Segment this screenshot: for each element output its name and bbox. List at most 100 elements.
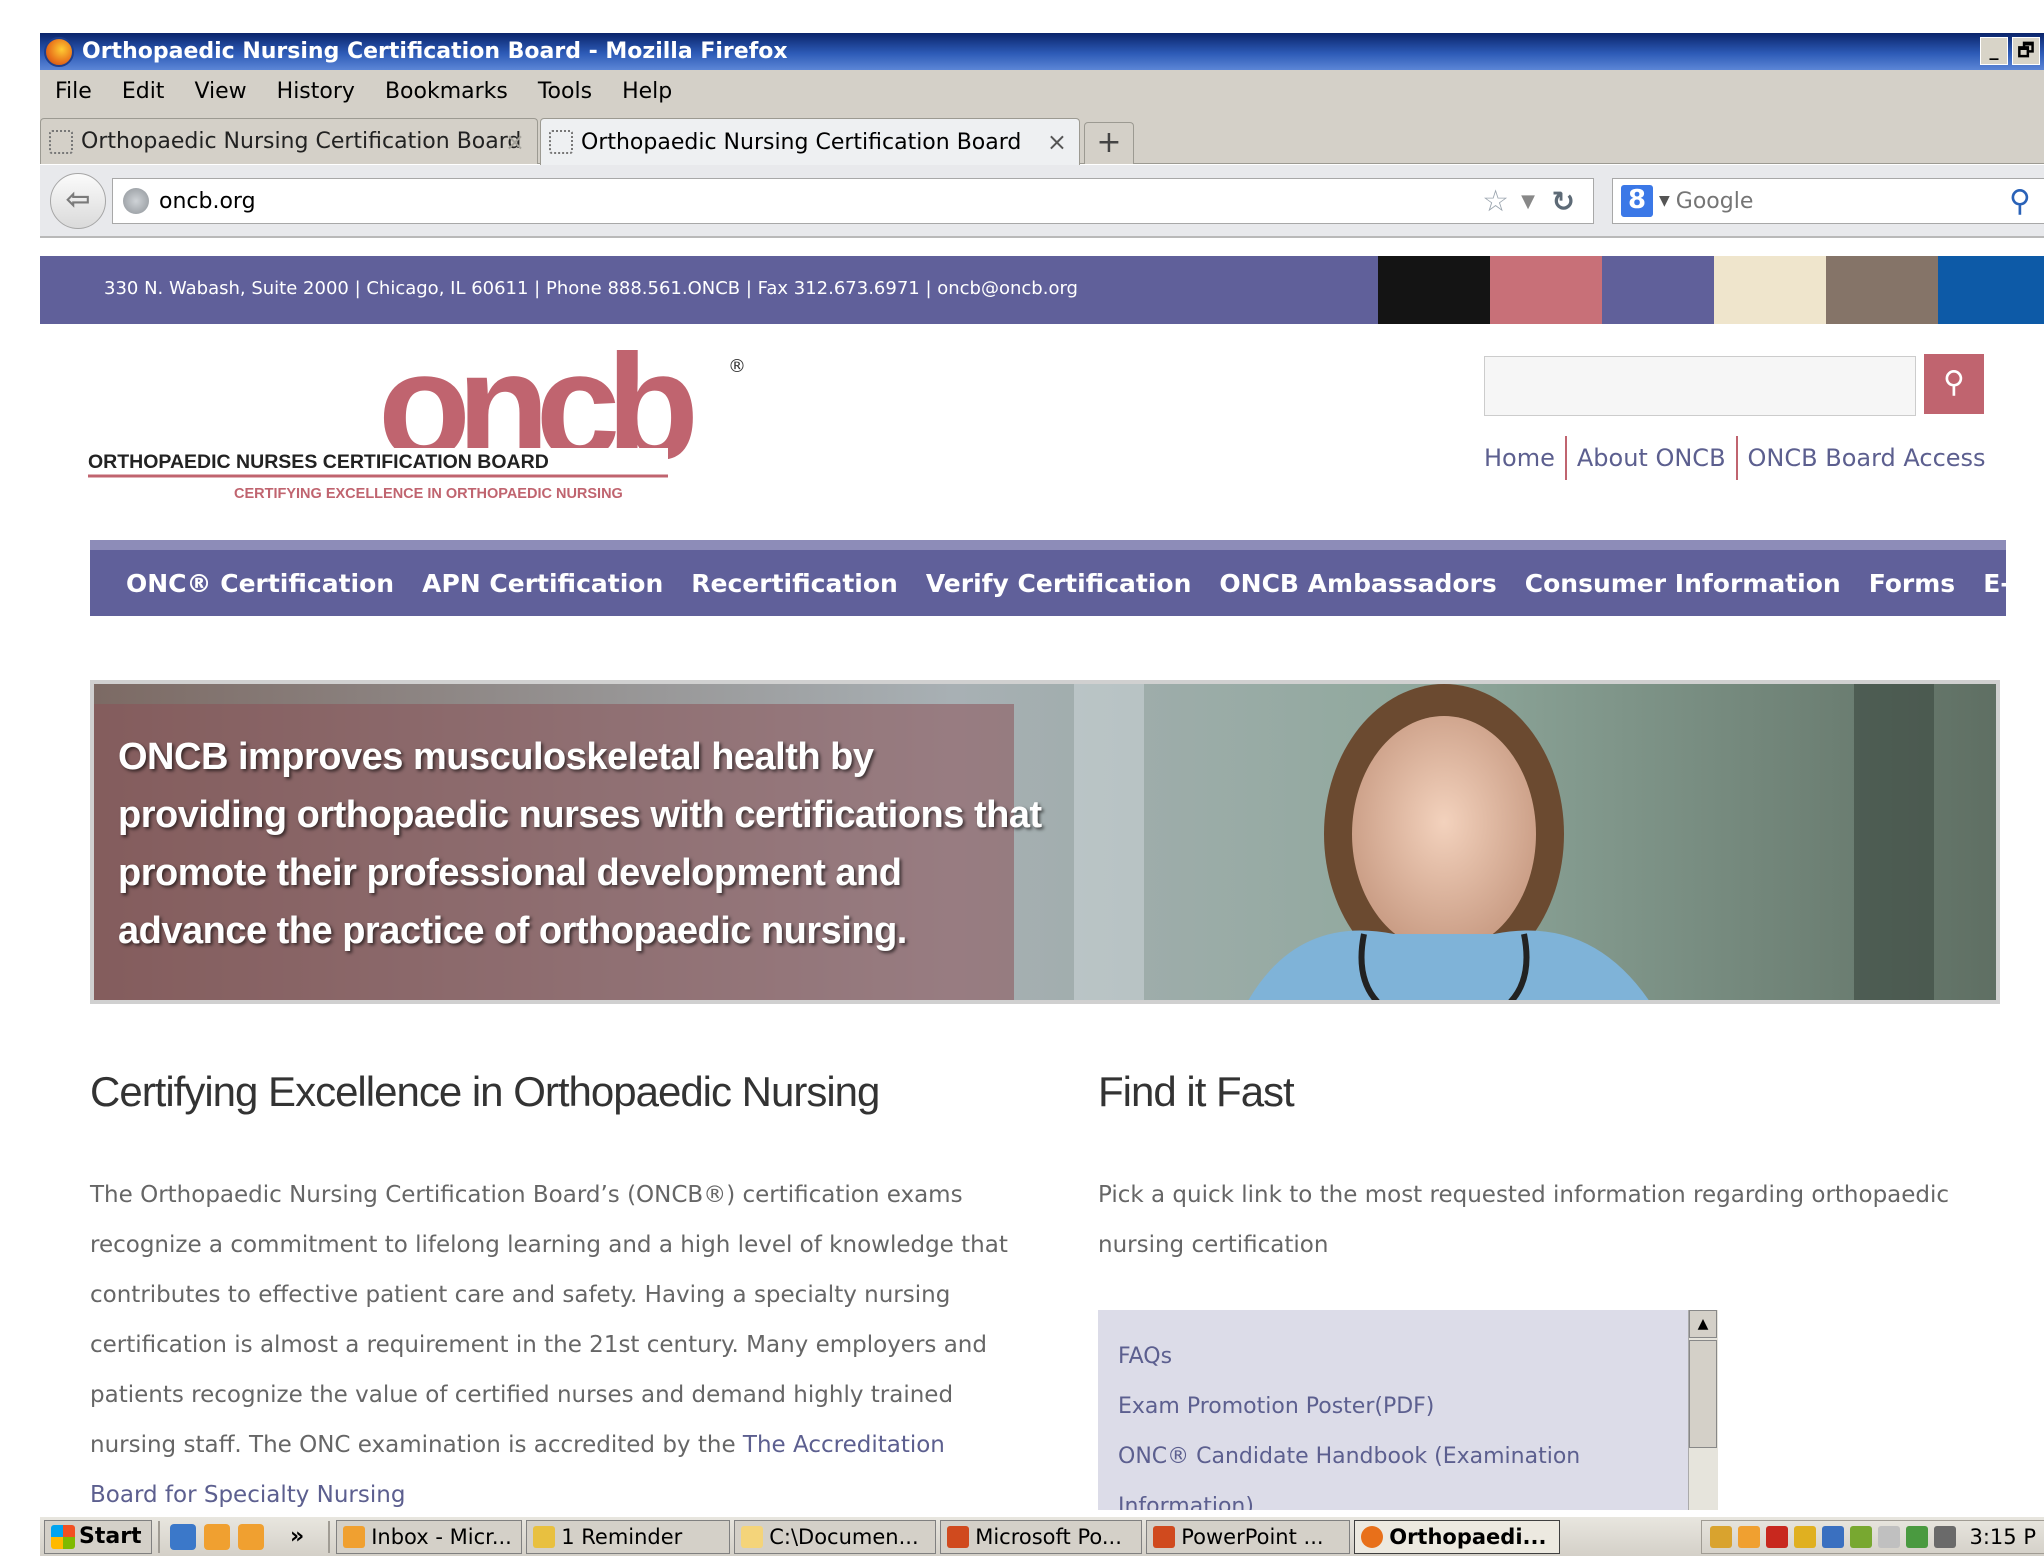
nav-e-store[interactable]: E-Store <box>1983 569 2044 598</box>
taskbar-powerpoint-2[interactable]: PowerPoint ... <box>1146 1519 1351 1554</box>
find-it-fast-intro: Pick a quick link to the most requested … <box>1098 1182 1950 1258</box>
tab-label: Orthopaedic Nursing Certification Board <box>581 129 1022 155</box>
find-it-fast-heading: Find it Fast <box>1098 1068 1295 1115</box>
network-icon[interactable] <box>1821 1526 1844 1548</box>
tab-1[interactable]: Orthopaedic Nursing Certification Board … <box>40 118 538 164</box>
taskbar-label: C:\Documen... <box>769 1524 919 1549</box>
outlook-tray-icon[interactable] <box>1737 1526 1760 1548</box>
navigation-toolbar: ⇦ ☆ ▼ ↻ 8 ▼ ⚲ <box>40 165 2044 238</box>
utility-links: Home About ONCB ONCB Board Access <box>1484 436 1986 480</box>
quick-links-scrollbar[interactable]: ▲ <box>1688 1310 1718 1510</box>
color-swatch <box>1938 256 2044 324</box>
registered-mark: ® <box>728 356 746 377</box>
restore-button[interactable]: 🗗 <box>2012 37 2040 65</box>
shield-icon[interactable] <box>1849 1526 1872 1548</box>
site-search-input[interactable] <box>1484 356 1916 416</box>
taskbar-powerpoint-1[interactable]: Microsoft Po... <box>940 1519 1143 1554</box>
nav-recertification[interactable]: Recertification <box>691 569 898 598</box>
menu-edit[interactable]: Edit <box>122 79 165 104</box>
main-navigation: ONC® Certification APN Certification Rec… <box>90 540 2044 616</box>
taskbar-inbox[interactable]: Inbox - Micr... <box>336 1519 523 1554</box>
outlook-icon[interactable] <box>204 1523 230 1550</box>
scroll-thumb[interactable] <box>1689 1340 1717 1448</box>
powerpoint-icon <box>947 1525 970 1548</box>
taskbar-firefox[interactable]: Orthopaedi... <box>1354 1519 1561 1554</box>
menu-help[interactable]: Help <box>622 79 672 104</box>
quick-link-faqs[interactable]: FAQs <box>1118 1344 1172 1369</box>
menu-file[interactable]: File <box>55 79 92 104</box>
menu-view[interactable]: View <box>194 79 246 104</box>
scroll-up-icon[interactable]: ▲ <box>1689 1310 1717 1338</box>
system-tray: 3:15 P <box>1700 1520 2044 1554</box>
taskbar-folder[interactable]: C:\Documen... <box>734 1519 937 1554</box>
site-search-icon[interactable]: ⚲ <box>1924 354 1984 414</box>
reload-icon[interactable]: ↻ <box>1552 185 1575 218</box>
about-oncb-link[interactable]: About ONCB <box>1577 444 1726 472</box>
security-icon[interactable] <box>1905 1526 1928 1548</box>
volume-icon[interactable] <box>1933 1526 1956 1548</box>
intro-paragraph: The Orthopaedic Nursing Certification Bo… <box>90 1170 1010 1520</box>
minimize-button[interactable]: _ <box>1980 37 2008 65</box>
taskbar-label: Orthopaedi... <box>1389 1524 1547 1549</box>
tab-close-icon[interactable]: × <box>1047 128 1067 156</box>
nav-verify-certification[interactable]: Verify Certification <box>926 569 1192 598</box>
more-quicklaunch-icon[interactable]: » <box>290 1524 304 1549</box>
url-bar[interactable]: ☆ ▼ ↻ <box>112 178 1594 224</box>
globe-icon <box>123 188 149 214</box>
new-tab-button[interactable]: + <box>1084 122 1134 164</box>
menu-history[interactable]: History <box>277 79 355 104</box>
url-input[interactable] <box>159 188 1059 214</box>
quick-link-candidate-handbook[interactable]: ONC® Candidate Handbook (Examination <box>1118 1444 1580 1469</box>
back-arrow-icon[interactable]: ⇦ <box>50 173 106 229</box>
search-input[interactable] <box>1675 188 1976 214</box>
window-title: Orthopaedic Nursing Certification Board … <box>82 39 788 64</box>
quick-links-list: FAQs Exam Promotion Poster(PDF) ONC® Can… <box>1098 1310 1718 1510</box>
bell-icon <box>533 1525 556 1548</box>
nav-forms[interactable]: Forms <box>1869 569 1956 598</box>
lock-icon[interactable] <box>1793 1526 1816 1548</box>
start-button[interactable]: Start <box>44 1519 152 1554</box>
oncb-logo[interactable]: oncb ® ORTHOPAEDIC NURSES CERTIFICATION … <box>88 350 756 508</box>
home-link[interactable]: Home <box>1484 444 1555 472</box>
taskbar-reminder[interactable]: 1 Reminder <box>526 1519 731 1554</box>
board-access-link[interactable]: ONCB Board Access <box>1748 444 1986 472</box>
firefox-icon <box>44 36 74 67</box>
google-icon[interactable]: 8 <box>1621 185 1653 217</box>
nav-oncb-ambassadors[interactable]: ONCB Ambassadors <box>1219 569 1496 598</box>
tab-2[interactable]: Orthopaedic Nursing Certification Board … <box>540 118 1080 165</box>
color-swatch <box>1378 256 1490 324</box>
color-swatch <box>1602 256 1714 324</box>
nav-apn-certification[interactable]: APN Certification <box>422 569 663 598</box>
taskbar-label: 1 Reminder <box>561 1524 683 1549</box>
menu-tools[interactable]: Tools <box>538 79 592 104</box>
usb-icon[interactable] <box>1877 1526 1900 1548</box>
tab-favicon-icon <box>49 129 73 154</box>
window-titlebar: Orthopaedic Nursing Certification Board … <box>40 33 2044 70</box>
engine-dropdown-icon[interactable]: ▼ <box>1659 193 1670 209</box>
tab-close-icon[interactable]: × <box>505 128 525 156</box>
tray-app-icon[interactable] <box>1709 1526 1732 1548</box>
quick-link-handbook-continued[interactable]: Information) <box>1118 1494 1254 1510</box>
quick-link-exam-poster[interactable]: Exam Promotion Poster(PDF) <box>1118 1394 1434 1419</box>
ati-icon[interactable] <box>1765 1526 1788 1548</box>
internet-explorer-icon[interactable] <box>170 1523 196 1550</box>
hero-tagline: ONCB improves musculoskeletal health by … <box>118 736 1042 952</box>
windows-taskbar: Start » Inbox - Micr... 1 Reminder C:\Do… <box>40 1516 2044 1556</box>
logo-tagline: CERTIFYING EXCELLENCE IN ORTHOPAEDIC NUR… <box>234 486 623 502</box>
menu-bookmarks[interactable]: Bookmarks <box>385 79 508 104</box>
search-magnifier-icon[interactable]: ⚲ <box>2009 184 2031 219</box>
history-dropdown-icon[interactable]: ▼ <box>1521 191 1535 212</box>
clock: 3:15 P <box>1969 1525 2037 1549</box>
nav-onc-certification[interactable]: ONC® Certification <box>126 569 394 598</box>
search-bar[interactable]: 8 ▼ ⚲ <box>1612 178 2044 224</box>
tab-label: Orthopaedic Nursing Certification Board <box>81 129 522 154</box>
tab-bar: Orthopaedic Nursing Certification Board … <box>40 112 2044 165</box>
nav-consumer-information[interactable]: Consumer Information <box>1525 569 1841 598</box>
bookmark-star-icon[interactable]: ☆ <box>1482 184 1509 219</box>
logo-name: ORTHOPAEDIC NURSES CERTIFICATION BOARD <box>88 451 549 473</box>
color-swatch <box>1714 256 1826 324</box>
outlook-icon[interactable] <box>238 1523 264 1550</box>
hero-banner: ONCB improves musculoskeletal health by … <box>90 680 2000 1004</box>
taskbar-divider <box>158 1520 160 1553</box>
taskbar-label: Microsoft Po... <box>975 1524 1122 1549</box>
